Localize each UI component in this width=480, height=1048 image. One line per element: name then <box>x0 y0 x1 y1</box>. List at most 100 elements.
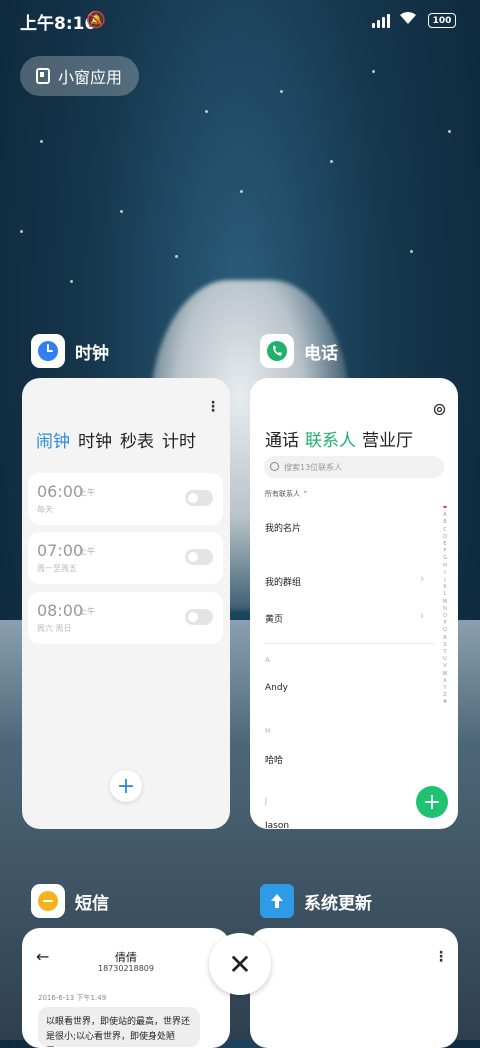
clock-app-name: 时钟 <box>75 343 109 364</box>
tab-clock[interactable]: 时钟 <box>78 427 112 452</box>
alphabet-index[interactable]: ❤ A B C D E F G H I J K L M N O P Q R S … <box>441 505 449 707</box>
floating-window-apps-button[interactable]: 小窗应用 <box>20 56 139 96</box>
contacts-search-input[interactable]: 搜索13位联系人 <box>264 456 444 478</box>
alarm-ampm: 上午 <box>79 607 95 616</box>
alarm-toggle[interactable] <box>185 490 213 506</box>
index-letter[interactable]: H <box>443 563 447 570</box>
index-letter[interactable]: I <box>444 570 445 577</box>
section-header-h: H <box>265 727 271 735</box>
sms-app-icon <box>31 884 65 918</box>
index-letter[interactable]: L <box>444 591 447 598</box>
index-letter[interactable]: F <box>444 548 447 555</box>
snowflake <box>40 140 43 143</box>
index-letter[interactable]: # <box>443 699 447 706</box>
index-letter[interactable]: W <box>443 671 448 678</box>
contact-row-jason[interactable]: Jason <box>265 821 289 828</box>
tab-stopwatch[interactable]: 秒表 <box>120 427 154 452</box>
alarm-toggle[interactable] <box>185 549 213 565</box>
index-letter[interactable]: Z <box>443 692 446 699</box>
section-header-a: A <box>265 656 270 664</box>
clock-app-icon <box>31 334 65 368</box>
alarm-ampm: 上午 <box>79 547 95 556</box>
index-letter[interactable]: U <box>443 656 447 663</box>
contact-row-andy[interactable]: Andy <box>265 683 288 693</box>
snowflake <box>120 210 123 213</box>
index-letter[interactable]: J <box>444 577 445 584</box>
phone-app-name: 电话 <box>304 343 338 364</box>
tab-calls[interactable]: 通话 <box>265 426 299 451</box>
clock-tabs: 闹钟 时钟 秒表 计时 <box>36 427 196 452</box>
floating-window-icon <box>36 68 50 84</box>
alarm-toggle[interactable] <box>185 609 213 625</box>
index-letter[interactable]: S <box>443 642 446 649</box>
sms-date: 2016-6-13 下午1:49 <box>38 994 107 1002</box>
snowflake <box>280 90 283 93</box>
phone-tabs: 通话 联系人 营业厅 <box>265 426 413 451</box>
alarm-repeat: 每天 <box>37 505 53 514</box>
snowflake <box>20 230 23 233</box>
chevron-right-icon: › <box>420 609 425 622</box>
alarm-item[interactable]: 06:00 上午 每天 <box>28 473 223 525</box>
index-letter[interactable]: G <box>443 555 447 562</box>
tab-contacts[interactable]: 联系人 <box>305 426 356 451</box>
index-letter[interactable]: E <box>443 541 446 548</box>
index-letter[interactable]: N <box>443 606 447 613</box>
floating-window-label: 小窗应用 <box>58 68 123 87</box>
index-letter[interactable]: T <box>443 649 446 656</box>
add-alarm-button[interactable]: + <box>110 770 142 802</box>
index-letter[interactable]: O <box>443 613 447 620</box>
search-icon <box>270 462 279 471</box>
alarm-item[interactable]: 07:00 上午 周一至周五 <box>28 532 223 584</box>
system-update-icon <box>260 884 294 918</box>
snowflake <box>410 250 413 253</box>
battery-level: 100 <box>432 15 452 26</box>
phone-app-header[interactable]: 电话 <box>260 334 338 368</box>
index-letter[interactable]: Q <box>443 627 447 634</box>
clear-recents-button[interactable]: ✕ <box>209 933 271 995</box>
my-card-row[interactable]: 我的名片 <box>265 521 301 534</box>
clock-app-header[interactable]: 时钟 <box>31 334 109 368</box>
alarm-repeat: 周一至周五 <box>37 564 77 573</box>
index-letter[interactable]: R <box>443 635 446 642</box>
tab-service-hall[interactable]: 营业厅 <box>362 426 413 451</box>
silent-bell-icon: 🔕 <box>86 10 106 29</box>
contact-row-haha[interactable]: 哈哈 <box>265 753 283 766</box>
yellow-pages-row[interactable]: 黄页 <box>265 612 283 625</box>
chevron-right-icon: › <box>420 572 425 585</box>
tab-alarm[interactable]: 闹钟 <box>36 427 70 452</box>
sms-message-text: 以眼看世界，即使站的最高，世界还是很小;以心看世界，即使身处陋屋， <box>46 1017 191 1042</box>
index-letter[interactable]: Y <box>443 685 446 692</box>
settings-gear-icon[interactable] <box>433 401 446 420</box>
contacts-filter[interactable]: 所有联系人 ⌃ <box>265 489 308 499</box>
sms-contact-name: 倩倩 <box>115 951 137 964</box>
clock-more-icon[interactable]: ⋮ <box>206 399 220 415</box>
system-update-card[interactable] <box>250 928 458 1048</box>
search-placeholder: 搜索13位联系人 <box>284 462 343 472</box>
update-app-header[interactable]: 系统更新 <box>260 884 372 918</box>
alarm-time: 08:00 <box>37 601 84 620</box>
snowflake <box>330 160 333 163</box>
status-time: 上午8:16 <box>20 14 97 34</box>
snowflake <box>175 255 178 258</box>
alarm-time: 06:00 <box>37 482 84 501</box>
tab-timer[interactable]: 计时 <box>162 427 196 452</box>
index-letter[interactable]: D <box>443 534 447 541</box>
add-contact-button[interactable]: + <box>416 786 448 818</box>
index-letter[interactable]: C <box>443 527 447 534</box>
index-letter[interactable]: B <box>443 519 446 526</box>
alarm-time: 07:00 <box>37 541 84 560</box>
index-letter[interactable]: A <box>443 512 446 519</box>
sms-message-bubble[interactable]: 以眼看世界，即使站的最高，世界还是很小;以心看世界，即使身处陋屋， <box>38 1007 200 1047</box>
update-more-icon[interactable]: ⋮ <box>434 949 448 965</box>
sms-app-header[interactable]: 短信 <box>31 884 109 918</box>
index-letter[interactable]: P <box>443 620 446 627</box>
contacts-divider <box>264 643 436 644</box>
snowflake <box>372 70 375 73</box>
index-letter[interactable]: M <box>443 599 447 606</box>
alarm-item[interactable]: 08:00 上午 周六 周日 <box>28 592 223 644</box>
index-letter[interactable]: K <box>443 584 446 591</box>
index-letter[interactable]: X <box>443 678 446 685</box>
section-header-j: J <box>265 797 268 805</box>
my-groups-row[interactable]: 我的群组 <box>265 575 301 588</box>
index-letter[interactable]: V <box>443 663 446 670</box>
